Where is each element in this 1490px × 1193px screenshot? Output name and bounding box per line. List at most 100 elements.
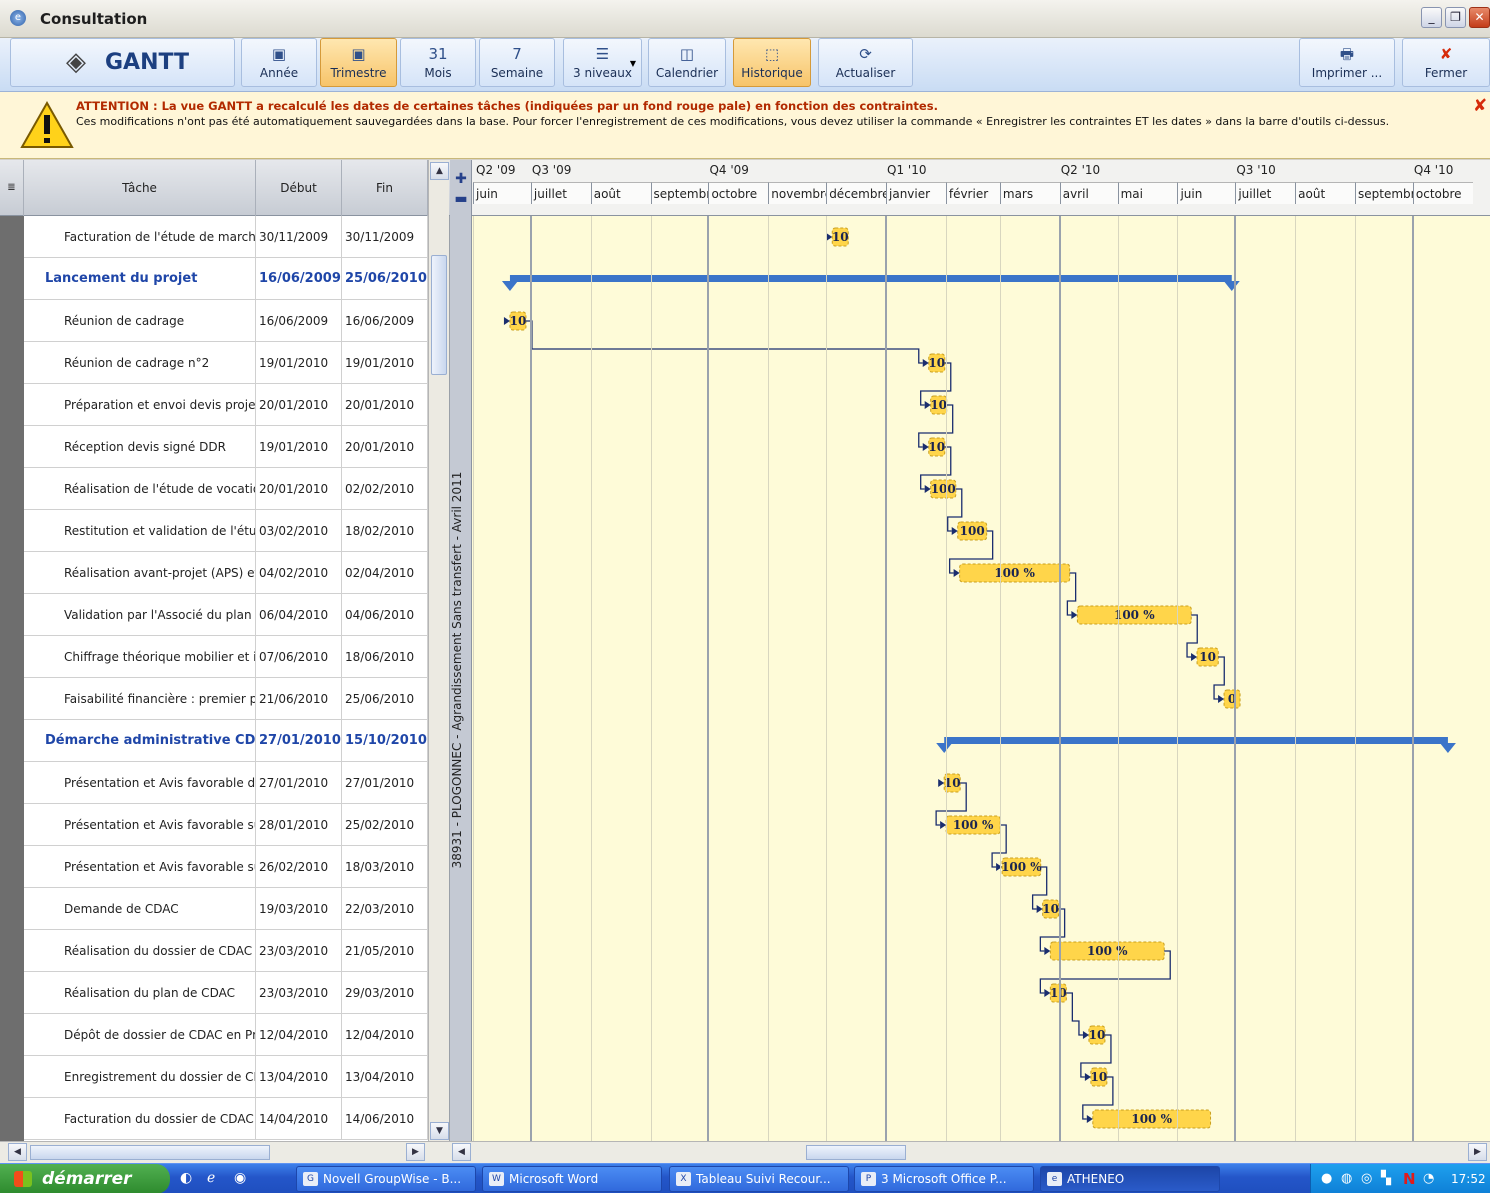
task-name-cell[interactable]: Réalisation avant-projet (APS) et <box>24 552 256 594</box>
end-date-cell[interactable]: 13/04/2010 <box>342 1056 428 1098</box>
table-scroll-left-icon[interactable]: ◀ <box>8 1143 27 1161</box>
quick-launch-ie-icon[interactable]: ℯ <box>207 1170 215 1186</box>
history-button[interactable]: ⬚ Historique <box>733 38 811 87</box>
end-date-cell[interactable]: 25/06/2010 <box>342 258 428 300</box>
task-name-cell[interactable]: Facturation du dossier de CDAC <box>24 1098 256 1140</box>
task-name-cell[interactable]: Lancement du projet <box>24 258 256 300</box>
end-date-cell[interactable]: 16/06/2009 <box>342 300 428 342</box>
table-row[interactable]: Facturation de l'étude de marché 30/11/20… <box>24 216 428 258</box>
header-start[interactable]: Début <box>256 160 342 216</box>
task-name-cell[interactable]: Démarche administrative CDAC <box>24 720 256 762</box>
quick-launch-desktop-icon[interactable]: ◐ <box>180 1170 192 1186</box>
task-name-cell[interactable]: Réunion de cadrage n°2 <box>24 342 256 384</box>
task-name-cell[interactable]: Demande de CDAC <box>24 888 256 930</box>
end-date-cell[interactable]: 20/01/2010 <box>342 426 428 468</box>
start-date-cell[interactable]: 04/02/2010 <box>256 552 342 594</box>
start-date-cell[interactable]: 06/04/2010 <box>256 594 342 636</box>
start-date-cell[interactable]: 28/01/2010 <box>256 804 342 846</box>
start-date-cell[interactable]: 16/06/2009 <box>256 258 342 300</box>
tray-security-icon[interactable]: ◍ <box>1341 1164 1352 1193</box>
start-date-cell[interactable]: 13/04/2010 <box>256 1056 342 1098</box>
task-name-cell[interactable]: Réalisation de l'étude de vocation <box>24 468 256 510</box>
table-row[interactable]: Réalisation avant-projet (APS) et 04/02/2… <box>24 552 428 594</box>
table-scroll-right-icon[interactable]: ▶ <box>406 1143 425 1161</box>
table-row[interactable]: Réception devis signé DDR 19/01/2010 20/01… <box>24 426 428 468</box>
group-row[interactable]: Démarche administrative CDAC 27/01/2010 15… <box>24 720 428 762</box>
table-row[interactable]: Facturation du dossier de CDAC 14/04/2010… <box>24 1098 428 1140</box>
table-vertical-scrollbar[interactable]: ▲ ▼ <box>428 160 449 1163</box>
start-date-cell[interactable]: 20/01/2010 <box>256 468 342 510</box>
end-date-cell[interactable]: 19/01/2010 <box>342 342 428 384</box>
end-date-cell[interactable]: 02/02/2010 <box>342 468 428 510</box>
task-name-cell[interactable]: Réalisation du plan de CDAC <box>24 972 256 1014</box>
tray-tool-icon[interactable]: ▚ <box>1381 1164 1391 1193</box>
task-name-cell[interactable]: Présentation et Avis favorable sur <box>24 846 256 888</box>
task-name-cell[interactable]: Faisabilité financière : premier plar <box>24 678 256 720</box>
end-date-cell[interactable]: 18/06/2010 <box>342 636 428 678</box>
start-date-cell[interactable]: 19/01/2010 <box>256 342 342 384</box>
table-row[interactable]: Présentation et Avis favorable sur 26/02/… <box>24 846 428 888</box>
table-row[interactable]: Présentation et Avis favorable du 27/01/2… <box>24 762 428 804</box>
close-button[interactable]: ✘ Fermer <box>1402 38 1490 87</box>
quick-launch-media-icon[interactable]: ◉ <box>234 1170 246 1186</box>
end-date-cell[interactable]: 25/02/2010 <box>342 804 428 846</box>
tray-network-icon[interactable]: ● <box>1321 1164 1332 1193</box>
end-date-cell[interactable]: 27/01/2010 <box>342 762 428 804</box>
header-end[interactable]: Fin <box>342 160 428 216</box>
start-date-cell[interactable]: 19/01/2010 <box>256 426 342 468</box>
end-date-cell[interactable]: 18/02/2010 <box>342 510 428 552</box>
end-date-cell[interactable]: 02/04/2010 <box>342 552 428 594</box>
gantt-scroll-thumb[interactable] <box>806 1145 906 1160</box>
start-date-cell[interactable]: 07/06/2010 <box>256 636 342 678</box>
month-button[interactable]: 31 Mois <box>400 38 476 87</box>
calendar-button[interactable]: ◫ Calendrier <box>648 38 726 87</box>
expand-icon[interactable]: ✚ <box>454 172 468 186</box>
horizontal-scrollbar[interactable]: ◀ ▶ ◀ ▶ <box>0 1141 1490 1163</box>
end-date-cell[interactable]: 29/03/2010 <box>342 972 428 1014</box>
header-task[interactable]: Tâche <box>24 160 256 216</box>
table-row[interactable]: Présentation et Avis favorable sur 28/01/… <box>24 804 428 846</box>
task-name-cell[interactable]: Validation par l'Associé du plan AP <box>24 594 256 636</box>
start-date-cell[interactable]: 27/01/2010 <box>256 720 342 762</box>
end-date-cell[interactable]: 14/06/2010 <box>342 1098 428 1140</box>
tray-n-icon[interactable]: N <box>1403 1164 1416 1193</box>
scroll-up-icon[interactable]: ▲ <box>430 162 449 180</box>
end-date-cell[interactable]: 25/06/2010 <box>342 678 428 720</box>
task-name-cell[interactable]: Préparation et envoi devis projet I <box>24 384 256 426</box>
table-row[interactable]: Faisabilité financière : premier plar 21/… <box>24 678 428 720</box>
end-date-cell[interactable]: 18/03/2010 <box>342 846 428 888</box>
task-name-cell[interactable]: Facturation de l'étude de marché <box>24 216 256 258</box>
taskbar-item[interactable]: e ATHENEO <box>1040 1166 1220 1192</box>
start-date-cell[interactable]: 14/04/2010 <box>256 1098 342 1140</box>
table-row[interactable]: Dépôt de dossier de CDAC en Prél 12/04/20… <box>24 1014 428 1056</box>
task-name-cell[interactable]: Restitution et validation de l'étude <box>24 510 256 552</box>
taskbar-item[interactable]: X Tableau Suivi Recour... <box>669 1166 849 1192</box>
start-date-cell[interactable]: 03/02/2010 <box>256 510 342 552</box>
group-row[interactable]: Lancement du projet 16/06/2009 25/06/2010 <box>24 258 428 300</box>
start-date-cell[interactable]: 20/01/2010 <box>256 384 342 426</box>
column-chooser-icon[interactable]: ≣ <box>0 160 24 216</box>
summary-bar[interactable] <box>944 737 1448 744</box>
start-date-cell[interactable]: 30/11/2009 <box>256 216 342 258</box>
end-date-cell[interactable]: 22/03/2010 <box>342 888 428 930</box>
taskbar-item[interactable]: W Microsoft Word <box>482 1166 662 1192</box>
table-row[interactable]: Réunion de cadrage 16/06/2009 16/06/2009 <box>24 300 428 342</box>
tray-volume-icon[interactable]: ◔ <box>1423 1164 1434 1193</box>
refresh-button[interactable]: ⟳ Actualiser <box>818 38 913 87</box>
task-name-cell[interactable]: Réunion de cadrage <box>24 300 256 342</box>
start-date-cell[interactable]: 21/06/2010 <box>256 678 342 720</box>
print-button[interactable]: 🖶 Imprimer ... <box>1299 38 1395 87</box>
week-button[interactable]: 7 Semaine <box>479 38 555 87</box>
table-row[interactable]: Réunion de cadrage n°2 19/01/2010 19/01/20… <box>24 342 428 384</box>
collapse-icon[interactable]: ▬ <box>454 192 468 206</box>
table-row[interactable]: Restitution et validation de l'étude 03/0… <box>24 510 428 552</box>
taskbar-item[interactable]: G Novell GroupWise - B... <box>296 1166 476 1192</box>
minimize-button[interactable]: _ <box>1421 7 1442 28</box>
end-date-cell[interactable]: 04/06/2010 <box>342 594 428 636</box>
task-name-cell[interactable]: Dépôt de dossier de CDAC en Prél <box>24 1014 256 1056</box>
table-row[interactable]: Validation par l'Associé du plan AP 06/04… <box>24 594 428 636</box>
start-date-cell[interactable]: 19/03/2010 <box>256 888 342 930</box>
scroll-thumb[interactable] <box>431 255 447 375</box>
end-date-cell[interactable]: 20/01/2010 <box>342 384 428 426</box>
table-scroll-thumb[interactable] <box>30 1145 270 1160</box>
